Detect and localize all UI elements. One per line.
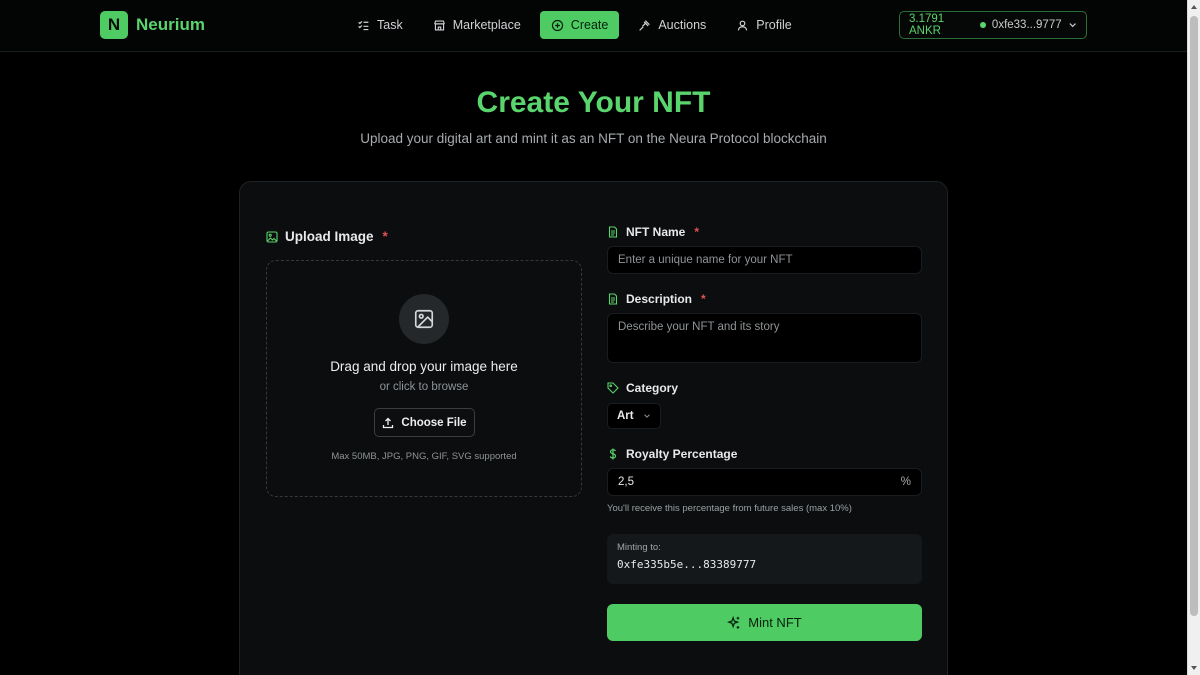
tag-icon [607,382,619,394]
mint-nft-button[interactable]: Mint NFT [607,604,922,641]
plus-circle-icon [551,19,563,31]
dollar-icon [609,448,617,460]
nav-item-create[interactable]: Create [539,11,620,39]
dropzone-icon-circle [399,294,449,344]
nav-item-task[interactable]: Task [346,11,414,39]
minting-to-label: Minting to: [617,542,661,553]
royalty-input[interactable]: 2,5 % [607,468,922,496]
chevron-down-icon [643,414,650,418]
description-label-text: Description [626,292,693,306]
nav-label-profile: Profile [756,18,792,32]
required-mark: * [382,229,388,244]
minting-to-address: 0xfe335b5e...83389777 [617,558,757,571]
page-scrollbar[interactable] [1187,0,1200,675]
category-value: Art [617,410,634,422]
image-icon [266,230,278,243]
nft-name-label: NFT Name * [607,225,699,239]
description-placeholder: Describe your NFT and its story [618,321,780,333]
upload-image-label: Upload Image * [266,229,388,244]
nav-item-auctions[interactable]: Auctions [627,11,717,39]
store-icon [433,19,445,31]
nav-label-marketplace: Marketplace [452,18,521,32]
nft-name-placeholder: Enter a unique name for your NFT [618,254,793,266]
category-label-text: Category [626,381,679,395]
description-label: Description * [607,292,706,306]
required-mark: * [701,292,706,306]
royalty-label-text: Royalty Percentage [626,447,738,461]
scroll-up-arrow-icon[interactable] [1191,5,1197,9]
file-requirements-note: Max 50MB, JPG, PNG, GIF, SVG supported [331,451,517,462]
royalty-value: 2,5 [618,476,634,488]
brand-name: Neurium [136,15,205,34]
nav-label-task: Task [377,18,403,32]
category-select[interactable]: Art [607,403,661,429]
wallet-address: 0xfe33...9777 [991,19,1062,31]
wallet-status-dot [980,22,986,28]
royalty-unit: % [900,476,911,488]
category-label: Category [607,381,678,395]
dropzone-title: Drag and drop your image here [330,359,518,374]
gavel-icon [639,19,651,31]
document-icon [608,226,618,238]
choose-file-label: Choose File [401,416,467,429]
nft-name-label-text: NFT Name [626,225,686,239]
wallet-button[interactable]: 3.1791 ANKR 0xfe33...9777 [899,11,1087,39]
sparkles-icon [727,615,740,629]
nft-name-input[interactable]: Enter a unique name for your NFT [607,246,922,274]
scroll-down-arrow-icon[interactable] [1191,666,1197,670]
dropzone-subtitle: or click to browse [379,381,469,393]
royalty-label: Royalty Percentage [607,447,737,461]
minting-to-box: Minting to: 0xfe335b5e...83389777 [607,534,922,584]
nav-label-auctions: Auctions [658,18,707,32]
description-textarea[interactable]: Describe your NFT and its story [607,313,922,363]
create-nft-card: Upload Image * Drag and drop your image … [239,181,948,675]
brand-logo[interactable]: N Neurium [100,11,205,39]
nav-item-marketplace[interactable]: Marketplace [422,11,532,39]
top-navbar: N Neurium Task Marketplace Create Auctio… [0,0,1187,52]
chevron-down-icon [1069,23,1076,28]
page-title: Create Your NFT [476,86,711,119]
page-subtitle: Upload your digital art and mint it as a… [360,131,827,146]
image-dropzone[interactable]: Drag and drop your image here or click t… [266,260,582,497]
logo-mark: N [100,11,128,39]
required-mark: * [694,225,700,239]
user-icon [738,20,748,30]
wallet-balance: 3.1791 ANKR [909,13,945,37]
image-placeholder-icon [414,309,434,329]
nav-label-create: Create [570,18,609,32]
main-nav: Task Marketplace Create Auctions Profile [346,11,803,39]
royalty-help-text: You'll receive this percentage from futu… [607,503,852,514]
upload-image-label-text: Upload Image [285,229,374,244]
list-check-icon [358,20,369,30]
choose-file-button[interactable]: Choose File [374,408,475,437]
upload-icon [383,417,394,428]
scrollbar-thumb[interactable] [1190,16,1198,616]
mint-nft-label: Mint NFT [748,615,802,630]
document-icon [608,293,618,305]
nav-item-profile[interactable]: Profile [725,11,802,39]
